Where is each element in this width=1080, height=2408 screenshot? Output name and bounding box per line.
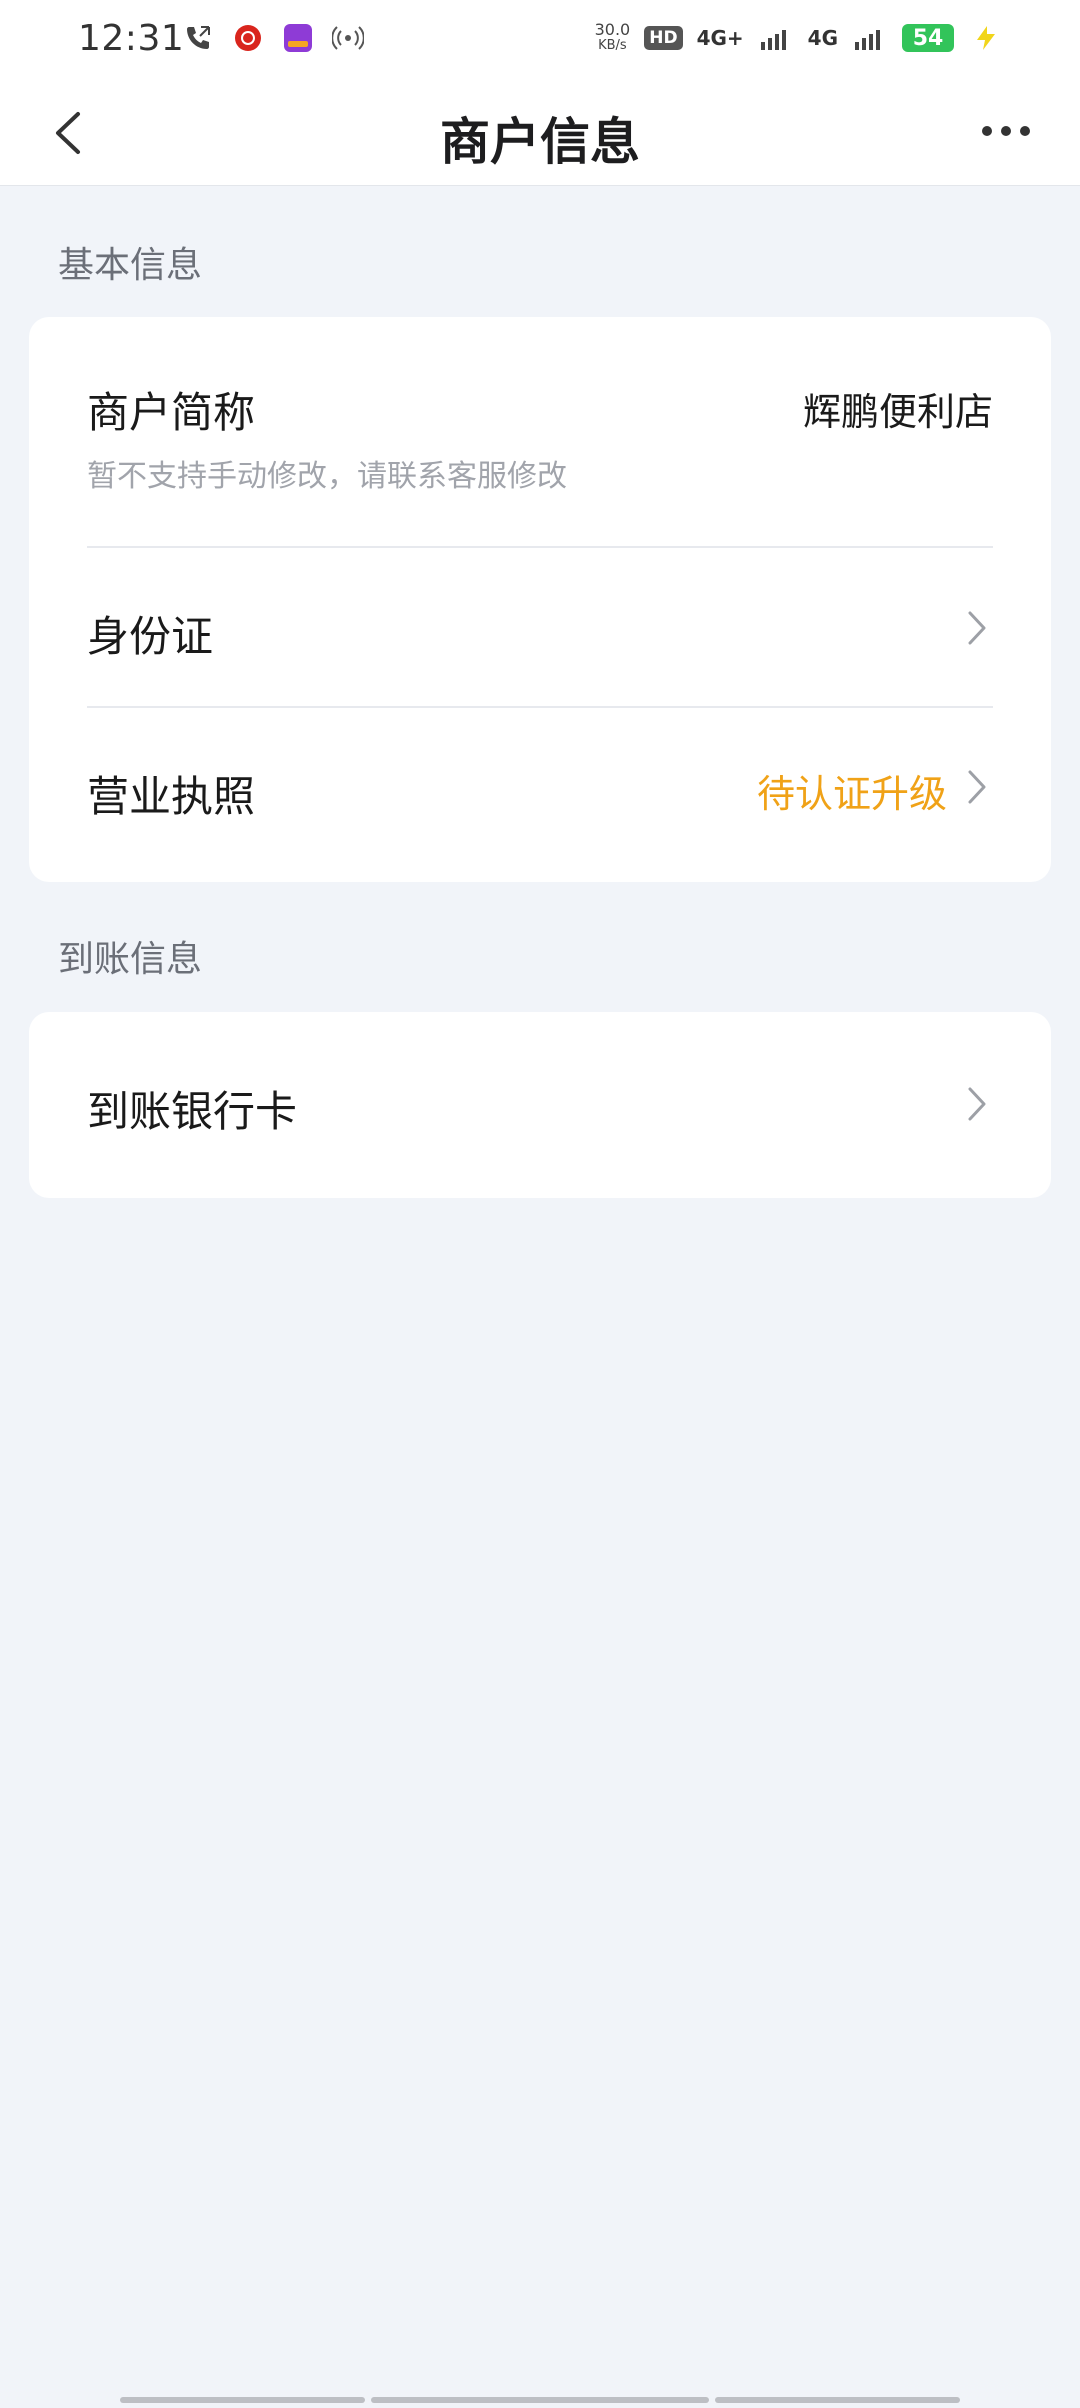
business-license-status: 待认证升级 [756, 772, 947, 816]
merchant-name-hint: 暂不支持手动修改，请联系客服修改 [87, 459, 567, 494]
sim1-network: 4G+ [696, 26, 744, 50]
hotspot-icon [330, 20, 366, 56]
section-title-basic: 基本信息 [58, 245, 203, 286]
id-card-label: 身份证 [87, 612, 214, 661]
battery-indicator: 54 [902, 24, 954, 52]
sim2-network: 4G [807, 26, 838, 50]
more-dot [1001, 126, 1011, 136]
basic-info-card: 商户简称 辉鹏便利店 暂不支持手动修改，请联系客服修改 身份证 营业执照 待认证… [29, 317, 1051, 882]
more-dot [1020, 126, 1030, 136]
merchant-name-row: 商户简称 辉鹏便利店 暂不支持手动修改，请联系客服修改 [87, 379, 993, 494]
bank-app-icon [280, 20, 316, 56]
network-speed: 30.0 KB/s [594, 20, 631, 54]
gesture-bar-center[interactable] [371, 2397, 709, 2403]
chevron-right-icon [968, 1087, 986, 1121]
more-dot [982, 126, 992, 136]
status-time: 12:31 [78, 18, 185, 59]
app-notification-icon [230, 20, 266, 56]
bank-card-row[interactable]: 到账银行卡 [87, 1012, 993, 1198]
status-bar: 12:31 30.0 KB/s HD 4G+ 4G 54 [0, 0, 1080, 80]
settlement-info-card: 到账银行卡 [29, 1012, 1051, 1198]
merchant-name-label: 商户简称 [87, 388, 256, 437]
gesture-bar-right[interactable] [715, 2397, 960, 2403]
charging-icon [968, 20, 1004, 56]
status-right-icons: 30.0 KB/s HD 4G+ 4G 54 [595, 20, 1004, 56]
business-license-row[interactable]: 营业执照 待认证升级 [87, 709, 993, 879]
chevron-right-icon [968, 770, 986, 804]
hd-badge: HD [644, 26, 683, 50]
id-card-row[interactable]: 身份证 [87, 549, 993, 707]
merchant-name-value: 辉鹏便利店 [802, 390, 993, 434]
chevron-right-icon [968, 611, 986, 645]
navigation-bar: 商户信息 [0, 80, 1080, 186]
status-left-icons [180, 20, 366, 56]
bank-card-label: 到账银行卡 [87, 1087, 298, 1136]
divider [87, 546, 993, 548]
signal-2-icon [852, 20, 888, 56]
business-license-label: 营业执照 [87, 772, 256, 821]
missed-call-icon [180, 20, 216, 56]
signal-icon [758, 20, 794, 56]
divider [87, 706, 993, 708]
page-title: 商户信息 [440, 113, 640, 171]
section-title-settlement: 到账信息 [58, 939, 203, 980]
gesture-bar-left[interactable] [120, 2397, 365, 2403]
more-options-button[interactable] [982, 126, 1030, 136]
